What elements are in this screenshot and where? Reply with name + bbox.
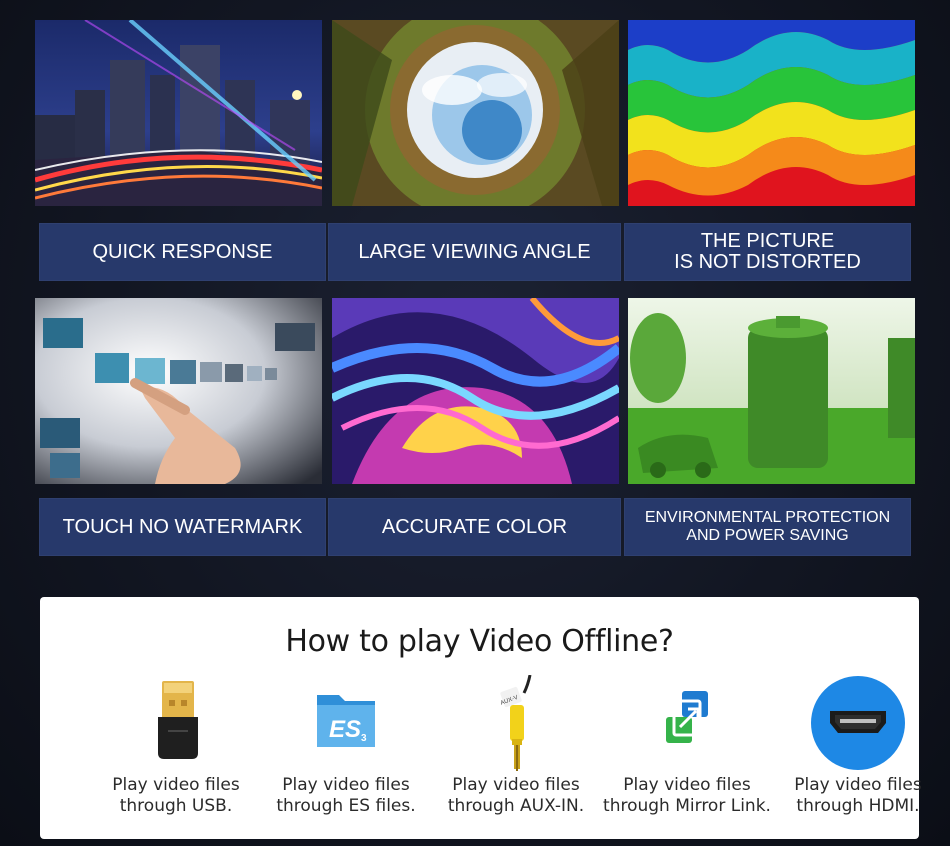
feature-label-text: TOUCH NO WATERMARK [62,515,303,538]
offline-video-title: How to play Video Offline? [285,624,674,659]
usb-dongle-icon [91,675,261,775]
option-line: through ES files. [276,796,416,816]
option-es-files: ES 3 Play video files through ES files. [261,675,431,825]
feature-label-touch-no-watermark: TOUCH NO WATERMARK [39,498,326,556]
hdmi-port-icon [773,675,943,775]
option-mirror-link: Play video files through Mirror Link. [602,675,772,825]
fisheye-landscape-image [332,20,619,206]
feature-label-text: LARGE VIEWING ANGLE [358,240,591,263]
option-line: through Mirror Link. [603,796,771,816]
feature-label-quick-response: QUICK RESPONSE [39,223,326,281]
touch-screen-hand-image [35,298,322,484]
option-line: Play video files [112,775,240,795]
feature-label-text: THE PICTURE [700,230,835,252]
feature-label-accurate-color: ACCURATE COLOR [328,498,621,556]
option-es-text: Play video files through ES files. [253,775,439,817]
city-light-trails-image [35,20,322,206]
option-line: Play video files [623,775,751,795]
option-hdmi: Play video files through HDMI. [773,675,943,825]
rainbow-waves-image [628,20,915,206]
option-mirror-text: Play video files through Mirror Link. [594,775,780,817]
grass-battery-image [628,298,915,484]
feature-label-environmental: ENVIRONMENTAL PROTECTION AND POWER SAVIN… [624,498,911,556]
feature-label-text: IS NOT DISTORTED [674,251,861,273]
option-line: Play video files [794,775,922,795]
feature-label-text: ENVIRONMENTAL PROTECTION [644,509,891,526]
feature-label-text: QUICK RESPONSE [92,240,273,263]
option-usb: Play video files through USB. [91,675,261,825]
aux-rca-cable-icon: AUX-V [431,675,601,775]
mirror-link-icon [602,675,772,775]
option-line: Play video files [282,775,410,795]
option-aux-text: Play video files through AUX-IN. [423,775,609,817]
es-logo-text: ES [329,716,361,743]
feature-label-viewing-angle: LARGE VIEWING ANGLE [328,223,621,281]
es-file-explorer-icon: ES 3 [261,675,431,775]
option-line: Play video files [452,775,580,795]
option-line: through AUX-IN. [447,796,585,816]
option-line: through HDMI. [796,796,920,816]
feature-label-text: ACCURATE COLOR [381,515,568,538]
option-hdmi-text: Play video files through HDMI. [765,775,950,817]
feature-label-text: AND POWER SAVING [686,527,849,544]
option-aux-in: AUX-V Play video files through AUX-IN. [431,675,601,825]
es-logo-sub: 3 [361,733,367,744]
option-line: through USB. [119,796,233,816]
feature-label-not-distorted: THE PICTURE IS NOT DISTORTED [624,223,911,281]
features-grid: QUICK RESPONSE LARGE VIEWING ANGLE THE P… [0,0,950,580]
offline-video-card: How to play Video Offline? Play video fi… [40,597,922,839]
colorful-swirl-image [332,298,619,484]
option-usb-text: Play video files through USB. [83,775,269,817]
